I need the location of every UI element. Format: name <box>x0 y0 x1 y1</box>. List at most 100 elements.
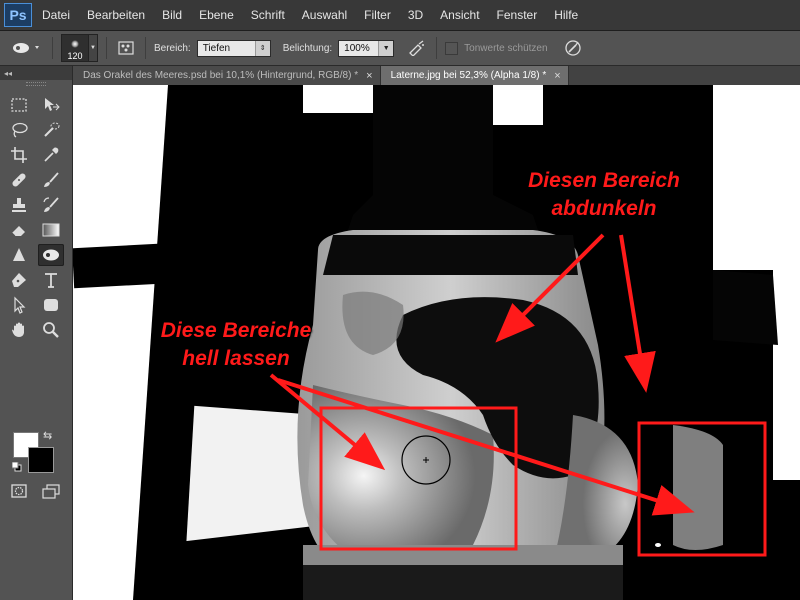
pressure-size-button[interactable] <box>562 38 584 58</box>
menu-ansicht[interactable]: Ansicht <box>440 8 479 22</box>
rectangular-marquee-icon <box>11 98 27 112</box>
hand-tool[interactable] <box>6 319 32 341</box>
marquee-tool[interactable] <box>6 94 32 116</box>
menu-bearbeiten[interactable]: Bearbeiten <box>87 8 145 22</box>
eraser-icon <box>11 226 25 237</box>
airbrush-icon <box>409 40 425 56</box>
menu-auswahl[interactable]: Auswahl <box>302 8 347 22</box>
magnifier-icon <box>43 322 59 338</box>
crop-icon <box>11 147 27 163</box>
lasso-icon <box>12 122 28 138</box>
swap-colors-icon[interactable]: ⇆ <box>43 429 52 442</box>
annotation-light-line2: hell lassen <box>182 347 290 370</box>
range-select[interactable]: Tiefen ⇕ <box>196 39 271 57</box>
quick-mask-icon <box>11 484 27 498</box>
tool-preset-picker[interactable] <box>8 37 44 59</box>
type-tool[interactable] <box>38 269 64 291</box>
tools-collapse-button[interactable]: ◂◂ <box>0 66 72 80</box>
background-color-swatch[interactable] <box>28 447 54 473</box>
quick-selection-icon <box>44 122 60 137</box>
blur-tool[interactable] <box>6 244 32 266</box>
close-icon[interactable]: × <box>554 70 560 82</box>
annotation-darken-line2: abdunkeln <box>551 197 657 220</box>
hand-icon <box>12 322 24 337</box>
shape-tool[interactable] <box>38 294 64 316</box>
light-arrow-right <box>277 378 695 516</box>
clone-stamp-tool[interactable] <box>6 194 32 216</box>
burn-tool[interactable] <box>38 244 64 266</box>
airbrush-button[interactable] <box>406 38 428 58</box>
menu-datei[interactable]: Datei <box>42 8 70 22</box>
lasso-tool[interactable] <box>6 119 32 141</box>
menu-bild[interactable]: Bild <box>162 8 182 22</box>
path-arrow-icon <box>14 296 26 314</box>
burn-tool-icon <box>13 43 39 53</box>
gradient-icon <box>42 223 60 237</box>
quick-selection-tool[interactable] <box>38 119 64 141</box>
gradient-tool[interactable] <box>38 219 64 241</box>
darken-arrow-right <box>619 234 656 393</box>
menu-schrift[interactable]: Schrift <box>251 8 285 22</box>
brush-size-picker[interactable]: 120 <box>61 34 89 62</box>
exposure-input[interactable]: 100% ▼ <box>338 39 395 57</box>
highlight-box-left <box>319 406 518 551</box>
darken-arrow-left <box>495 233 605 343</box>
quick-mask-tool[interactable] <box>6 480 32 502</box>
annotation-darken: Diesen Bereich abdunkeln <box>524 167 684 223</box>
brush-tip-icon <box>71 40 79 48</box>
blur-drop-icon <box>13 248 25 261</box>
stamp-icon <box>12 198 26 212</box>
separator <box>145 37 146 59</box>
brush-panel-icon <box>118 41 134 55</box>
menu-fenster[interactable]: Fenster <box>497 8 538 22</box>
separator <box>436 37 438 59</box>
highlight-box-right <box>637 421 767 557</box>
exposure-value: 100% <box>344 42 370 54</box>
tab-laterne[interactable]: Laterne.jpg bei 52,3% (Alpha 1/8) * × <box>380 66 569 85</box>
chevron-down-icon: ▼ <box>378 40 394 56</box>
menu-hilfe[interactable]: Hilfe <box>554 8 578 22</box>
move-icon <box>45 98 60 111</box>
menu-ebene[interactable]: Ebene <box>199 8 234 22</box>
pen-pressure-icon <box>564 40 581 56</box>
tools-grip[interactable] <box>0 80 72 88</box>
annotation-keep-light: Diese Bereiche hell lassen <box>156 317 316 373</box>
tab-label: Laterne.jpg bei 52,3% (Alpha 1/8) * <box>390 70 547 81</box>
range-label: Bereich: <box>154 42 191 54</box>
menu-3d[interactable]: 3D <box>408 8 423 22</box>
annotation-light-line1: Diese Bereiche <box>160 319 312 342</box>
crop-tool[interactable] <box>6 144 32 166</box>
chevron-updown-icon: ⇕ <box>254 40 270 56</box>
rounded-rectangle-icon <box>44 299 58 311</box>
healing-brush-tool[interactable] <box>6 169 32 191</box>
screen-mode-icon <box>42 484 60 499</box>
move-tool[interactable] <box>38 94 64 116</box>
photoshop-logo: Ps <box>4 3 32 27</box>
brush-cursor <box>401 435 451 485</box>
path-selection-tool[interactable] <box>6 294 32 316</box>
annotation-darken-line1: Diesen Bereich <box>528 169 680 192</box>
text-t-icon <box>45 273 57 288</box>
eyedropper-tool[interactable] <box>38 144 64 166</box>
default-colors-icon[interactable] <box>11 459 22 472</box>
menu-filter[interactable]: Filter <box>364 8 391 22</box>
document-canvas[interactable]: Diesen Bereich abdunkeln Diese Bereiche … <box>73 85 800 600</box>
history-brush-tool[interactable] <box>38 194 64 216</box>
screen-mode-tool[interactable] <box>38 480 64 502</box>
eraser-tool[interactable] <box>6 219 32 241</box>
brush-panel-button[interactable] <box>115 38 137 58</box>
menu-bar: Ps Datei Bearbeiten Bild Ebene Schrift A… <box>0 0 800 31</box>
brush-dropdown-arrow[interactable]: ▼ <box>89 34 98 62</box>
zoom-tool[interactable] <box>38 319 64 341</box>
pen-tool[interactable] <box>6 269 32 291</box>
protect-tones-checkbox[interactable] <box>445 41 459 55</box>
exposure-label: Belichtung: <box>282 42 333 54</box>
close-icon[interactable]: × <box>366 70 372 82</box>
protect-tones-label: Tonwerte schützen <box>464 42 548 54</box>
separator <box>52 37 53 59</box>
eyedropper-icon <box>44 147 59 162</box>
brush-tool[interactable] <box>38 169 64 191</box>
tab-orakel-des-meeres[interactable]: Das Orakel des Meeres.psd bei 10,1% (Hin… <box>73 66 381 85</box>
paint-brush-icon <box>44 172 59 187</box>
document-tab-bar: Das Orakel des Meeres.psd bei 10,1% (Hin… <box>73 66 800 85</box>
